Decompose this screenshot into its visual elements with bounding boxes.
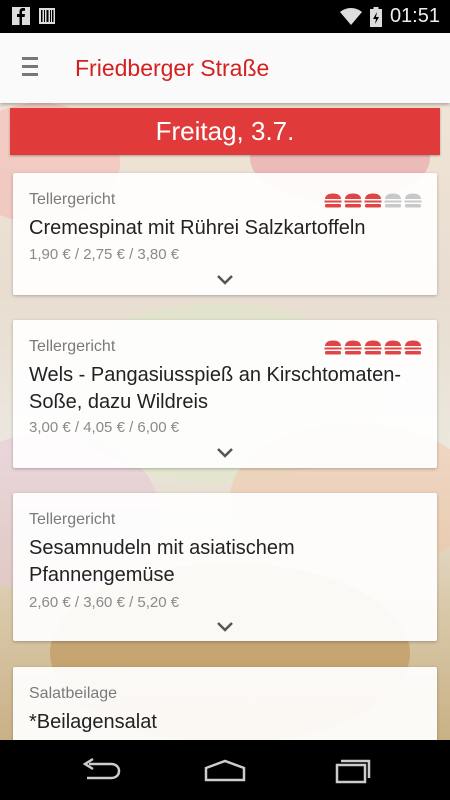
- chevron-down-icon[interactable]: [215, 446, 235, 460]
- meal-card[interactable]: Salatbeilage *Beilagensalat: [13, 667, 437, 740]
- barcode-icon: [39, 8, 55, 24]
- burger-filled-icon: [324, 340, 342, 355]
- recent-apps-icon[interactable]: [326, 756, 376, 786]
- rating-burgers: [324, 340, 422, 355]
- burger-filled-icon: [364, 340, 382, 355]
- burger-filled-icon: [344, 340, 362, 355]
- hamburger-menu-icon[interactable]: [22, 57, 42, 79]
- battery-charging-icon: [369, 6, 382, 27]
- burger-filled-icon: [404, 340, 422, 355]
- meal-prices: 1,90 € / 2,75 € / 3,80 €: [29, 246, 180, 263]
- home-icon[interactable]: [200, 756, 250, 786]
- chevron-down-icon[interactable]: [215, 273, 235, 287]
- status-time: 01:51: [389, 5, 440, 27]
- burger-empty-icon: [404, 193, 422, 208]
- facebook-icon: [12, 7, 30, 25]
- meal-category: Tellergericht: [29, 511, 116, 528]
- meal-category: Salatbeilage: [29, 685, 118, 702]
- burger-filled-icon: [324, 193, 342, 208]
- burger-filled-icon: [364, 193, 382, 208]
- navigation-bar: [0, 740, 450, 800]
- date-header: Freitag, 3.7.: [10, 108, 440, 155]
- meal-name: *Beilagensalat: [29, 711, 157, 733]
- burger-filled-icon: [344, 193, 362, 208]
- meal-category: Tellergericht: [29, 338, 116, 355]
- burger-empty-icon: [384, 193, 402, 208]
- chevron-down-icon[interactable]: [215, 620, 235, 634]
- app-bar: Friedberger Straße: [0, 33, 450, 103]
- meal-card[interactable]: Tellergericht Cremespinat mit Rührei Sal…: [13, 173, 437, 295]
- burger-filled-icon: [384, 340, 402, 355]
- meal-name: Wels - Pangasiusspieß an Kirschtomaten-S…: [29, 364, 402, 413]
- rating-burgers: [324, 193, 422, 208]
- meal-category: Tellergericht: [29, 191, 116, 208]
- status-bar: 01:51: [0, 0, 450, 33]
- meal-name: Sesamnudeln mit asiatischem Pfannengemüs…: [29, 537, 295, 586]
- meal-card[interactable]: Tellergericht Sesamnudeln mit asiatische…: [13, 493, 437, 641]
- meal-prices: 3,00 € / 4,05 € / 6,00 €: [29, 419, 180, 436]
- meal-prices: 2,60 € / 3,60 € / 5,20 €: [29, 594, 180, 611]
- back-icon[interactable]: [75, 756, 125, 786]
- meal-card[interactable]: Tellergericht Wels - Pangasiusspieß an K…: [13, 320, 437, 468]
- page-title: Friedberger Straße: [75, 55, 270, 81]
- meal-name: Cremespinat mit Rührei Salzkartoffeln: [29, 217, 366, 239]
- wifi-icon: [339, 7, 362, 25]
